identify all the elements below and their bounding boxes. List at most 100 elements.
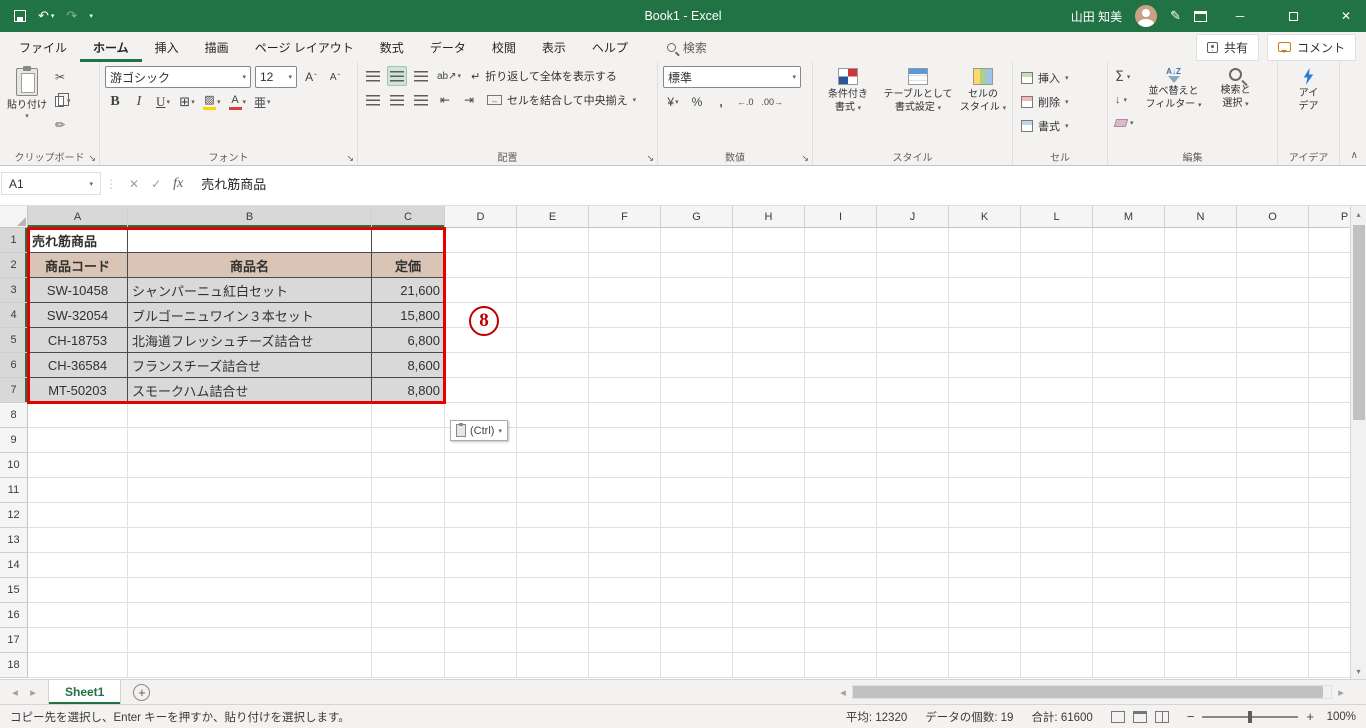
cell-E14[interactable] xyxy=(517,553,589,578)
cell-M13[interactable] xyxy=(1093,528,1165,553)
cell-I10[interactable] xyxy=(805,453,877,478)
cell-E5[interactable] xyxy=(517,328,589,353)
align-left-button[interactable] xyxy=(363,90,383,110)
cell-C8[interactable] xyxy=(372,403,445,428)
sheet-nav-right-icon[interactable]: ▸ xyxy=(24,686,42,699)
cell-C9[interactable] xyxy=(372,428,445,453)
cell-I4[interactable] xyxy=(805,303,877,328)
cell-M15[interactable] xyxy=(1093,578,1165,603)
cell-B16[interactable] xyxy=(128,603,372,628)
cell-E8[interactable] xyxy=(517,403,589,428)
search-box[interactable]: 検索 xyxy=(666,39,707,56)
cell-I2[interactable] xyxy=(805,253,877,278)
cell-G2[interactable] xyxy=(661,253,733,278)
zoom-level[interactable]: 100% xyxy=(1322,711,1356,723)
cell-C17[interactable] xyxy=(372,628,445,653)
scroll-up-icon[interactable]: ▴ xyxy=(1351,206,1366,222)
cell-N7[interactable] xyxy=(1165,378,1237,403)
sheet-tab-sheet1[interactable]: Sheet1 xyxy=(48,680,122,704)
cell-A9[interactable] xyxy=(28,428,128,453)
cell-C12[interactable] xyxy=(372,503,445,528)
cell-C5[interactable]: 6,800 xyxy=(372,328,445,353)
undo-icon[interactable]: ↶ ▾ xyxy=(38,8,54,24)
cell-L3[interactable] xyxy=(1021,278,1093,303)
insert-function-icon[interactable]: fx xyxy=(173,176,183,192)
row-header-7[interactable]: 7 xyxy=(0,378,28,403)
formula-input[interactable]: 売れ筋商品 xyxy=(191,174,1366,193)
cell-N17[interactable] xyxy=(1165,628,1237,653)
cell-L9[interactable] xyxy=(1021,428,1093,453)
cell-M2[interactable] xyxy=(1093,253,1165,278)
cell-J1[interactable] xyxy=(877,228,949,253)
cell-A15[interactable] xyxy=(28,578,128,603)
horizontal-scroll-thumb[interactable] xyxy=(853,686,1323,698)
cell-G5[interactable] xyxy=(661,328,733,353)
cell-C10[interactable] xyxy=(372,453,445,478)
row-header-16[interactable]: 16 xyxy=(0,603,28,628)
cell-M3[interactable] xyxy=(1093,278,1165,303)
cell-I6[interactable] xyxy=(805,353,877,378)
cancel-entry-icon[interactable]: ✕ xyxy=(129,177,139,191)
scroll-left-icon[interactable]: ◂ xyxy=(834,686,852,699)
cell-H18[interactable] xyxy=(733,653,805,678)
cell-K15[interactable] xyxy=(949,578,1021,603)
column-header-K[interactable]: K xyxy=(949,206,1021,228)
bold-button[interactable]: B xyxy=(105,92,125,112)
cell-N2[interactable] xyxy=(1165,253,1237,278)
cell-K4[interactable] xyxy=(949,303,1021,328)
cell-N18[interactable] xyxy=(1165,653,1237,678)
find-select-button[interactable]: 検索と 選択 ▾ xyxy=(1210,65,1262,110)
cell-C15[interactable] xyxy=(372,578,445,603)
cell-L17[interactable] xyxy=(1021,628,1093,653)
page-layout-view-icon[interactable] xyxy=(1132,710,1147,723)
qat-customize-icon[interactable]: ▾ xyxy=(89,12,93,20)
ribbon-tab-insert[interactable]: 挿入 xyxy=(142,32,192,62)
align-middle-button[interactable] xyxy=(387,66,407,86)
cell-I5[interactable] xyxy=(805,328,877,353)
cell-E12[interactable] xyxy=(517,503,589,528)
cell-I18[interactable] xyxy=(805,653,877,678)
cell-B7[interactable]: スモークハム詰合せ xyxy=(128,378,372,403)
horizontal-scroll-track[interactable] xyxy=(852,685,1332,699)
cell-N1[interactable] xyxy=(1165,228,1237,253)
ribbon-display-options-icon[interactable] xyxy=(1194,10,1207,22)
cell-A18[interactable] xyxy=(28,653,128,678)
cell-H5[interactable] xyxy=(733,328,805,353)
cell-L4[interactable] xyxy=(1021,303,1093,328)
column-header-B[interactable]: B xyxy=(128,206,372,228)
underline-button[interactable]: U ▾ xyxy=(153,92,173,112)
cell-O4[interactable] xyxy=(1237,303,1309,328)
cell-J5[interactable] xyxy=(877,328,949,353)
cell-L8[interactable] xyxy=(1021,403,1093,428)
cell-P14[interactable] xyxy=(1309,553,1350,578)
cell-B4[interactable]: ブルゴーニュワイン３本セット xyxy=(128,303,372,328)
row-header-11[interactable]: 11 xyxy=(0,478,28,503)
cell-H15[interactable] xyxy=(733,578,805,603)
cell-A6[interactable]: CH-36584 xyxy=(28,353,128,378)
cell-A13[interactable] xyxy=(28,528,128,553)
confirm-entry-icon[interactable]: ✓ xyxy=(151,177,161,191)
scroll-right-icon[interactable]: ▸ xyxy=(1332,686,1350,699)
cell-A11[interactable] xyxy=(28,478,128,503)
cell-E9[interactable] xyxy=(517,428,589,453)
cell-N3[interactable] xyxy=(1165,278,1237,303)
cell-K13[interactable] xyxy=(949,528,1021,553)
cell-C13[interactable] xyxy=(372,528,445,553)
cell-D10[interactable] xyxy=(445,453,517,478)
cell-K17[interactable] xyxy=(949,628,1021,653)
cell-J13[interactable] xyxy=(877,528,949,553)
zoom-out-icon[interactable]: − xyxy=(1187,709,1195,724)
cell-M4[interactable] xyxy=(1093,303,1165,328)
cell-B8[interactable] xyxy=(128,403,372,428)
cell-B11[interactable] xyxy=(128,478,372,503)
comma-style-button[interactable]: , xyxy=(711,92,731,112)
cell-B18[interactable] xyxy=(128,653,372,678)
cell-N9[interactable] xyxy=(1165,428,1237,453)
cell-I16[interactable] xyxy=(805,603,877,628)
cell-K2[interactable] xyxy=(949,253,1021,278)
formula-bar-splitter[interactable]: ⋮ xyxy=(101,177,121,191)
ribbon-tab-help[interactable]: ヘルプ xyxy=(579,32,641,62)
cell-F13[interactable] xyxy=(589,528,661,553)
cell-I3[interactable] xyxy=(805,278,877,303)
cell-P8[interactable] xyxy=(1309,403,1350,428)
